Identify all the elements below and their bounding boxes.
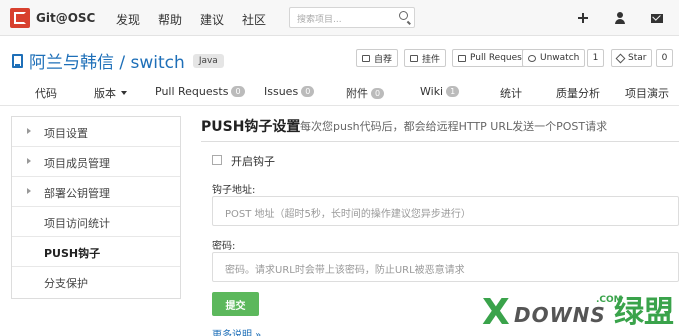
- password-label: 密码:: [212, 241, 236, 252]
- tab-wiki[interactable]: Wiki 1: [420, 85, 460, 98]
- sidebar-item-deploy-keys[interactable]: 部署公钥管理: [12, 177, 180, 207]
- fork-button[interactable]: 自荐: [356, 49, 399, 67]
- watermark-cn: 绿盟: [614, 295, 674, 330]
- pull-request-icon: [458, 54, 466, 62]
- fork-label: 自荐: [374, 54, 393, 65]
- tab-code[interactable]: 代码: [35, 85, 57, 101]
- tab-wiki-label: Wiki: [420, 85, 444, 98]
- count-badge: 0: [371, 88, 385, 99]
- tab-pull-requests[interactable]: Pull Requests 0: [155, 85, 245, 98]
- tab-quality-analysis-label: 质量分析: [556, 87, 600, 100]
- password-input[interactable]: 密码。请求URL时会带上该密码，防止URL被恶意请求: [212, 252, 679, 282]
- chevron-right-icon: [27, 188, 31, 194]
- chevron-right-icon: [27, 158, 31, 164]
- sidebar-item-label: 项目成员管理: [44, 157, 110, 170]
- pull-request-label: Pull Request: [470, 53, 526, 63]
- sidebar-item-project-settings[interactable]: 项目设置: [12, 117, 180, 147]
- tab-statistics-label: 统计: [500, 87, 522, 100]
- repo-book-icon: [12, 53, 23, 68]
- git-logo-icon: [10, 8, 30, 28]
- sidebar-item-push-hook[interactable]: PUSH钩子: [12, 237, 180, 267]
- project-tabs: 代码 版本 Pull Requests 0 Issues 0 附件 0 Wiki 1 统…: [0, 80, 679, 106]
- logo-text: Git@OSC: [36, 11, 96, 25]
- search-placeholder: 搜索项目...: [297, 15, 342, 25]
- user-icon[interactable]: [612, 10, 628, 26]
- hook-url-input[interactable]: POST 地址（超时5秒，长时间的操作建议您异步进行）: [212, 196, 679, 226]
- search-icon[interactable]: [399, 11, 408, 20]
- password-placeholder: 密码。请求URL时会带上该密码，防止URL被恶意请求: [225, 265, 465, 276]
- mail-icon[interactable]: [649, 10, 665, 26]
- sidebar-item-label: 部署公钥管理: [44, 187, 110, 200]
- nav-link-help[interactable]: 帮助: [158, 11, 182, 28]
- tab-versions-label: 版本: [94, 87, 116, 100]
- watch-count[interactable]: 1: [587, 49, 604, 67]
- star-label: Star: [628, 53, 647, 63]
- tab-attachments[interactable]: 附件 0: [346, 85, 385, 101]
- fork-icon: [362, 54, 370, 62]
- language-badge: Java: [192, 53, 224, 68]
- tab-pull-requests-label: Pull Requests: [155, 85, 229, 98]
- site-logo[interactable]: Git@OSC: [10, 8, 95, 28]
- star-button[interactable]: Star: [611, 49, 653, 67]
- tab-versions[interactable]: 版本: [94, 85, 127, 101]
- tab-project-demo[interactable]: 项目演示: [625, 85, 669, 101]
- unwatch-button[interactable]: Unwatch: [522, 49, 586, 67]
- hook-url-placeholder: POST 地址（超时5秒，长时间的操作建议您异步进行）: [225, 209, 471, 220]
- nav-link-community[interactable]: 社区: [242, 11, 266, 28]
- hook-url-label: 钩子地址:: [212, 185, 256, 196]
- star-count[interactable]: 0: [656, 49, 673, 67]
- watermark-x: X: [482, 292, 510, 333]
- chevron-right-icon: [27, 128, 31, 134]
- project-header: 阿兰与韩信 / switch Java: [12, 48, 224, 73]
- tab-statistics[interactable]: 统计: [500, 85, 522, 101]
- pull-request-button[interactable]: Pull Request: [452, 49, 532, 67]
- submit-button[interactable]: 提交: [212, 292, 259, 316]
- count-badge: 1: [446, 86, 460, 97]
- sidebar-item-access-stats[interactable]: 项目访问统计: [12, 207, 180, 237]
- pin-icon: [410, 54, 418, 62]
- tab-quality-analysis[interactable]: 质量分析: [556, 85, 600, 101]
- tab-issues-label: Issues: [264, 85, 299, 98]
- watermark-downs: DOWNS: [514, 303, 606, 327]
- chevron-down-icon: [121, 91, 127, 95]
- divider: [201, 141, 679, 142]
- unwatch-label: Unwatch: [540, 53, 580, 63]
- sidebar-item-members[interactable]: 项目成员管理: [12, 147, 180, 177]
- count-badge: 0: [231, 86, 245, 97]
- count-badge: 0: [301, 86, 315, 97]
- tab-code-label: 代码: [35, 87, 57, 100]
- nav-link-discover[interactable]: 发现: [116, 11, 140, 28]
- sidebar-item-branch-protection[interactable]: 分支保护: [12, 267, 180, 297]
- page-description: 每次您push代码后，都会给远程HTTP URL发送一个POST请求: [300, 120, 608, 133]
- tab-attachments-label: 附件: [346, 87, 368, 100]
- sidebar-item-label: 分支保护: [44, 277, 88, 290]
- xdowns-watermark: X DOWNS .COM 绿盟: [482, 293, 677, 335]
- pin-label: 挂件: [422, 54, 441, 65]
- plus-icon[interactable]: [575, 10, 591, 26]
- eye-icon: [528, 54, 536, 62]
- sidebar-item-label: PUSH钩子: [44, 247, 101, 260]
- project-title[interactable]: 阿兰与韩信 / switch: [29, 48, 185, 73]
- settings-sidebar: 项目设置 项目成员管理 部署公钥管理 项目访问统计 PUSH钩子 分支保护: [11, 116, 181, 299]
- more-info-link[interactable]: 更多说明 »: [212, 326, 261, 336]
- top-navbar: Git@OSC 发现 帮助 建议 社区 搜索项目...: [0, 0, 679, 36]
- main-nav: 发现 帮助 建议 社区: [116, 11, 284, 28]
- sidebar-item-label: 项目设置: [44, 127, 88, 140]
- sidebar-item-label: 项目访问统计: [44, 217, 110, 230]
- pin-button[interactable]: 挂件: [404, 49, 447, 67]
- enable-hook-checkbox[interactable]: [212, 155, 222, 165]
- enable-hook-label[interactable]: 开启钩子: [231, 153, 275, 169]
- page-title: PUSH钩子设置: [201, 119, 301, 135]
- star-icon: [615, 53, 626, 63]
- tab-issues[interactable]: Issues 0: [264, 85, 315, 98]
- nav-link-suggest[interactable]: 建议: [200, 11, 224, 28]
- tab-project-demo-label: 项目演示: [625, 87, 669, 100]
- search-input[interactable]: 搜索项目...: [289, 7, 415, 28]
